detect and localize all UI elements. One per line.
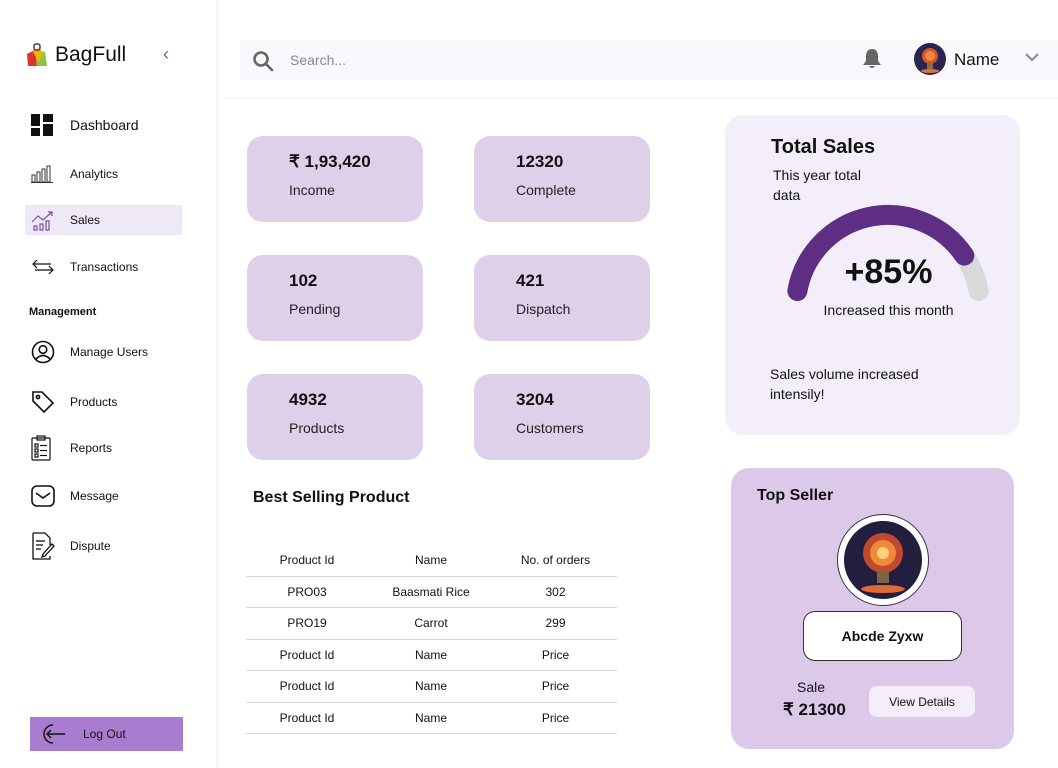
view-details-button[interactable]: View Details (869, 686, 975, 717)
table-cell: Product Id (246, 670, 368, 703)
stat-card-income: ₹ 1,93,420 Income (247, 136, 423, 222)
total-sales-note: Sales volume increased intensily! (770, 366, 919, 402)
analytics-icon (25, 159, 61, 189)
table-cell: Price (494, 670, 617, 703)
search-icon (253, 51, 274, 72)
table-cell: Price (494, 702, 617, 734)
sidebar-item-dashboard[interactable]: Dashboard (25, 110, 182, 140)
sidebar-item-label: Message (70, 489, 119, 503)
table-row[interactable]: Product Id Name Price (246, 702, 617, 734)
brand[interactable]: BagFull (25, 42, 126, 68)
notification-bell-icon[interactable] (862, 48, 882, 70)
sidebar-item-analytics[interactable]: Analytics (25, 159, 182, 189)
collapse-sidebar-button[interactable]: ‹ (158, 44, 174, 64)
table-row[interactable]: Product Id Name Price (246, 670, 617, 703)
stat-label: Income (289, 182, 335, 198)
sales-icon (25, 205, 61, 235)
table-cell: PRO03 (246, 576, 368, 608)
stat-value: 421 (516, 271, 545, 290)
stat-label: Dispatch (516, 301, 571, 317)
table-cell: Price (494, 639, 617, 671)
stat-card-dispatch: 421 Dispatch (474, 255, 650, 341)
table-cell: Product Id (246, 702, 368, 734)
gauge-caption: Increased this month (823, 302, 954, 318)
user-circle-icon (25, 337, 61, 367)
table-row[interactable]: PRO03 Baasmati Rice 302 (246, 576, 617, 608)
stat-value: 12320 (516, 152, 564, 171)
stat-label: Customers (516, 420, 584, 436)
table-cell: PRO19 (246, 607, 368, 640)
table-cell: Product Id (246, 639, 368, 671)
stat-label: Pending (289, 301, 341, 317)
sidebar-item-label: Dispute (70, 539, 111, 553)
column-header: No. of orders (494, 545, 617, 577)
total-sales-title: Total Sales (771, 136, 876, 158)
bag-logo-icon (27, 43, 47, 66)
tag-icon (25, 387, 61, 417)
logout-button[interactable]: Log Out (30, 717, 183, 751)
seller-name: Abcde Zyxw (803, 611, 962, 661)
top-header: Name (222, 0, 1058, 99)
dashboard-icon (25, 110, 61, 140)
gauge-percent: +85% (844, 253, 933, 291)
sidebar-item-label: Manage Users (70, 345, 149, 359)
sidebar-item-manage-users[interactable]: Manage Users (25, 337, 182, 367)
sidebar-item-label: Analytics (70, 167, 119, 181)
table-cell: Name (368, 639, 494, 671)
sidebar-item-dispute[interactable]: Dispute (25, 531, 182, 561)
column-header: Name (368, 545, 494, 577)
best-selling-title: Best Selling Product (253, 489, 410, 506)
stat-value: ₹ 1,93,420 (289, 152, 371, 171)
search-input[interactable] (290, 48, 690, 72)
logout-icon (43, 724, 65, 744)
stat-value: 102 (289, 271, 318, 290)
sidebar-item-label: Transactions (70, 260, 139, 274)
best-selling-table: Product Id Name No. of orders PRO03 Baas… (246, 545, 617, 734)
top-seller-title: Top Seller (757, 487, 834, 504)
table-cell: 302 (494, 576, 617, 608)
stat-card-pending: 102 Pending (247, 255, 423, 341)
sidebar-item-products[interactable]: Products (25, 387, 182, 417)
document-edit-icon (25, 531, 61, 561)
sale-value: ₹ 21300 (783, 700, 846, 719)
stat-label: Complete (516, 182, 576, 198)
sidebar-item-label: Dashboard (70, 117, 139, 133)
sale-label: Sale (797, 679, 826, 695)
stat-value: 3204 (516, 390, 554, 409)
brand-name: BagFull (55, 43, 127, 66)
table-cell: Carrot (368, 607, 494, 640)
transactions-icon (25, 252, 61, 282)
stat-card-complete: 12320 Complete (474, 136, 650, 222)
logout-label: Log Out (83, 727, 126, 741)
sidebar: BagFull ‹ Dashboard Analytics Sales Tran… (0, 0, 216, 768)
stat-label: Products (289, 420, 345, 436)
stat-card-products: 4932 Products (247, 374, 423, 460)
sidebar-item-label: Reports (70, 441, 113, 455)
chevron-down-icon[interactable] (1025, 52, 1039, 62)
clipboard-icon (25, 433, 61, 463)
table-cell: 299 (494, 607, 617, 640)
total-sales-card: Total Sales This year total data +85% In… (725, 115, 1020, 435)
table-header-row: Product Id Name No. of orders (246, 545, 617, 577)
sidebar-item-sales[interactable]: Sales (25, 205, 182, 235)
stat-value: 4932 (289, 390, 327, 409)
sidebar-item-reports[interactable]: Reports (25, 433, 182, 463)
mail-icon (25, 481, 61, 511)
user-name[interactable]: Name (954, 50, 999, 70)
stat-card-customers: 3204 Customers (474, 374, 650, 460)
sidebar-item-label: Sales (70, 213, 101, 227)
sidebar-item-message[interactable]: Message (25, 481, 182, 511)
table-cell: Name (368, 670, 494, 703)
column-header: Product Id (246, 545, 368, 577)
seller-avatar (837, 514, 929, 606)
management-section-label: Management (29, 306, 97, 318)
table-row[interactable]: Product Id Name Price (246, 639, 617, 671)
top-seller-card: Top Seller Abcde Zyxw Sale ₹ 21300 View … (731, 468, 1014, 749)
table-cell: Name (368, 702, 494, 734)
table-cell: Baasmati Rice (368, 576, 494, 608)
sidebar-item-label: Products (70, 395, 118, 409)
user-avatar[interactable] (914, 43, 946, 75)
sidebar-item-transactions[interactable]: Transactions (25, 252, 182, 282)
table-row[interactable]: PRO19 Carrot 299 (246, 607, 617, 640)
